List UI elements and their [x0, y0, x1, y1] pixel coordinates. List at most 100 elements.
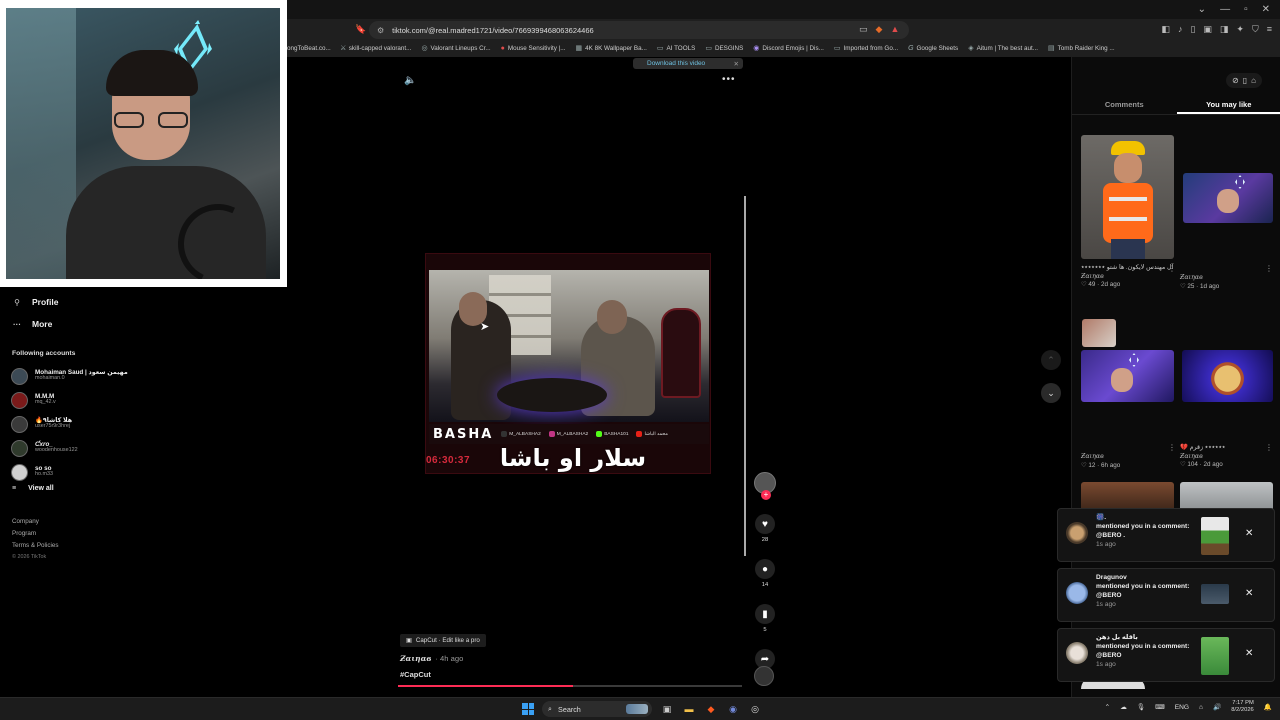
following-account[interactable]: M.M.M mq_42.v — [11, 388, 161, 412]
bookmark-item[interactable]: ⚔ skill-capped valorant... — [341, 44, 412, 53]
tab-you-may-like[interactable]: You may like — [1176, 95, 1280, 114]
bookmark-item[interactable]: ▦ 4K 8K Wallpaper Ba... — [576, 44, 647, 53]
cloud-icon[interactable]: ☁ — [1120, 703, 1127, 711]
notification-toast[interactable]: Dragunov mentioned you in a comment: @BE… — [1057, 568, 1275, 622]
recommended-video-avatar[interactable] — [1082, 319, 1116, 347]
comment-icon[interactable]: ● — [755, 559, 775, 579]
author-name[interactable]: Ƶαιηαв — [400, 654, 431, 663]
bookmark-folder[interactable]: ▭ Imported from Go... — [834, 44, 898, 53]
taskbar-search[interactable]: ⌕ Search — [542, 701, 652, 717]
tab-comments[interactable]: Comments — [1072, 95, 1177, 114]
site-info-icon[interactable]: ⚙ — [377, 26, 384, 35]
more-options-icon[interactable]: ⋮ — [1168, 443, 1176, 452]
creator-avatar[interactable]: + — [754, 472, 776, 500]
capcut-tag[interactable]: ▣ CapCut · Edit like a pro — [400, 634, 486, 647]
report-icon[interactable]: ⊘ — [1232, 76, 1239, 85]
footer-link-terms[interactable]: Terms & Policies — [12, 542, 59, 549]
bookmark-item[interactable]: ongToBeat.co... — [287, 45, 331, 52]
recommended-author[interactable]: Ƶαιηαв — [1081, 273, 1177, 282]
extension-icon[interactable]: ◧ — [1161, 24, 1170, 35]
bookmark-item[interactable]: ◎ Valorant Lineups Cr... — [421, 44, 490, 53]
device-icon[interactable]: ▯ — [1243, 76, 1247, 85]
close-icon[interactable]: ✕ — [1245, 648, 1253, 659]
close-icon[interactable]: ✕ — [734, 60, 739, 68]
bookmark-item[interactable]: ◉ Discord Emojis | Dis... — [753, 44, 824, 53]
following-account[interactable]: Mohaiman Saud | مهيمن سعود mohaiman.0 — [11, 364, 161, 388]
minimize-icon[interactable]: — — [1220, 4, 1230, 15]
bookmark-folder[interactable]: ▭ DESGINS — [705, 44, 743, 53]
more-options-icon[interactable]: ⋮ — [1265, 443, 1273, 452]
maximize-icon[interactable]: ▫ — [1244, 4, 1248, 15]
view-all-button[interactable]: ≡ View all — [12, 485, 54, 492]
video-progress-bar[interactable] — [398, 685, 742, 687]
cast-icon[interactable]: ▭ — [859, 24, 868, 35]
microphone-icon[interactable]: 🎙 — [1137, 703, 1145, 711]
recommended-author[interactable]: Ƶαιηαв — [1180, 274, 1272, 283]
task-view-icon[interactable]: ▣ — [660, 702, 674, 716]
address-bar[interactable]: ⚙ tiktok.com/@real.madred1721/video/7669… — [369, 21, 909, 39]
music-icon[interactable]: ♪ — [1178, 24, 1183, 35]
network-icon[interactable]: ⌂ — [1199, 704, 1203, 711]
footer-link-program[interactable]: Program — [12, 530, 59, 537]
recommended-video-thumbnail[interactable] — [1183, 173, 1273, 223]
hashtag-link[interactable]: #CapCut — [400, 670, 431, 679]
follow-plus-icon[interactable]: + — [761, 490, 771, 500]
language-indicator[interactable]: ENG — [1175, 704, 1189, 711]
recommended-author[interactable]: Ƶαιηαв — [1081, 453, 1177, 462]
nav-profile[interactable]: ⚲ Profile — [12, 297, 58, 307]
bookmark-item[interactable]: ▤ Tomb Raider King ... — [1048, 44, 1115, 53]
following-account[interactable]: 🔥هلا كاشا٩ user75r9r3hrej — [11, 412, 161, 436]
bookmark-item[interactable]: G Google Sheets — [908, 45, 958, 52]
brave-browser-icon[interactable]: ◆ — [704, 702, 718, 716]
rewards-icon[interactable]: ▲ — [890, 24, 899, 35]
close-icon[interactable]: ✕ — [1262, 4, 1270, 15]
close-icon[interactable]: ✕ — [1245, 528, 1253, 539]
keyboard-icon[interactable]: ⌨ — [1155, 703, 1165, 711]
wallet-icon[interactable]: ◨ — [1220, 24, 1229, 35]
more-options-icon[interactable]: ⋮ — [1168, 264, 1176, 273]
home-icon[interactable]: ⌂ — [1251, 76, 1256, 85]
next-creator-avatar[interactable] — [754, 666, 774, 686]
bookmark-icon[interactable]: ▮ — [755, 604, 775, 624]
discord-icon[interactable]: ◉ — [726, 702, 740, 716]
volume-icon[interactable]: 🔊 — [1213, 703, 1221, 711]
comment-action[interactable]: ● 14 — [755, 559, 775, 588]
recommended-video-thumbnail[interactable] — [1081, 135, 1174, 259]
recommended-video-thumbnail[interactable] — [1182, 350, 1273, 402]
close-icon[interactable]: ✕ — [1245, 588, 1253, 599]
footer-link-company[interactable]: Company — [12, 518, 59, 525]
menu-icon[interactable]: ≡ — [1267, 24, 1272, 35]
bookmark-item[interactable]: ● Mouse Sensitivity |... — [501, 45, 566, 52]
more-options-icon[interactable]: ••• — [722, 74, 736, 85]
windows-start-icon[interactable] — [522, 703, 534, 715]
recommended-author[interactable]: Ƶαιηαв — [1180, 453, 1272, 462]
obs-icon[interactable]: ◎ — [748, 702, 762, 716]
sidebar-icon[interactable]: ▯ — [1190, 24, 1195, 35]
clock[interactable]: 7:17 PM 8/2/2026 — [1231, 700, 1254, 714]
volume-icon[interactable]: 🔈 — [404, 75, 416, 86]
download-video-button[interactable]: Download this video ✕ — [633, 58, 743, 69]
tab-manager-icon[interactable]: ▣ — [1203, 24, 1212, 35]
chevron-down-icon[interactable]: ⌄ — [1198, 4, 1206, 15]
video-player[interactable]: BASHA M_ALBASHA2 M_ALBASHA2 BASHA101 محم… — [425, 253, 711, 474]
shield-icon[interactable]: ⛉ — [1252, 24, 1259, 35]
notification-toast[interactable]: باقله بل دهن mentioned you in a comment:… — [1057, 628, 1275, 682]
chevron-up-icon[interactable]: ⌃ — [1105, 703, 1111, 711]
notification-toast[interactable]: 🎆. mentioned you in a comment: @BERO . 1… — [1057, 508, 1275, 562]
next-video-button[interactable]: ⌄ — [1041, 383, 1061, 403]
bookmark-folder[interactable]: ▭ AI TOOLS — [657, 44, 695, 53]
following-account[interactable]: so so ho.m33 — [11, 460, 161, 484]
previous-video-button[interactable]: ⌃ — [1041, 350, 1061, 370]
video-scrollbar[interactable] — [744, 196, 746, 556]
bookmark-item[interactable]: ◈ Aitum | The best aut... — [968, 44, 1038, 53]
more-options-icon[interactable]: ⋮ — [1265, 264, 1273, 273]
puzzle-icon[interactable]: ✦ — [1236, 24, 1244, 35]
save-action[interactable]: ▮ 5 — [755, 604, 775, 633]
notification-bell-icon[interactable]: 🔔 — [1264, 703, 1272, 711]
bookmark-page-icon[interactable]: 🔖 — [355, 24, 366, 35]
heart-icon[interactable]: ♥ — [755, 514, 775, 534]
brave-shield-icon[interactable]: ◆ — [876, 24, 883, 35]
following-account[interactable]: Ƈxro_ woodenhouse122 — [11, 436, 161, 460]
recommended-video-thumbnail[interactable] — [1081, 350, 1174, 402]
nav-more[interactable]: ··· More — [12, 319, 52, 329]
